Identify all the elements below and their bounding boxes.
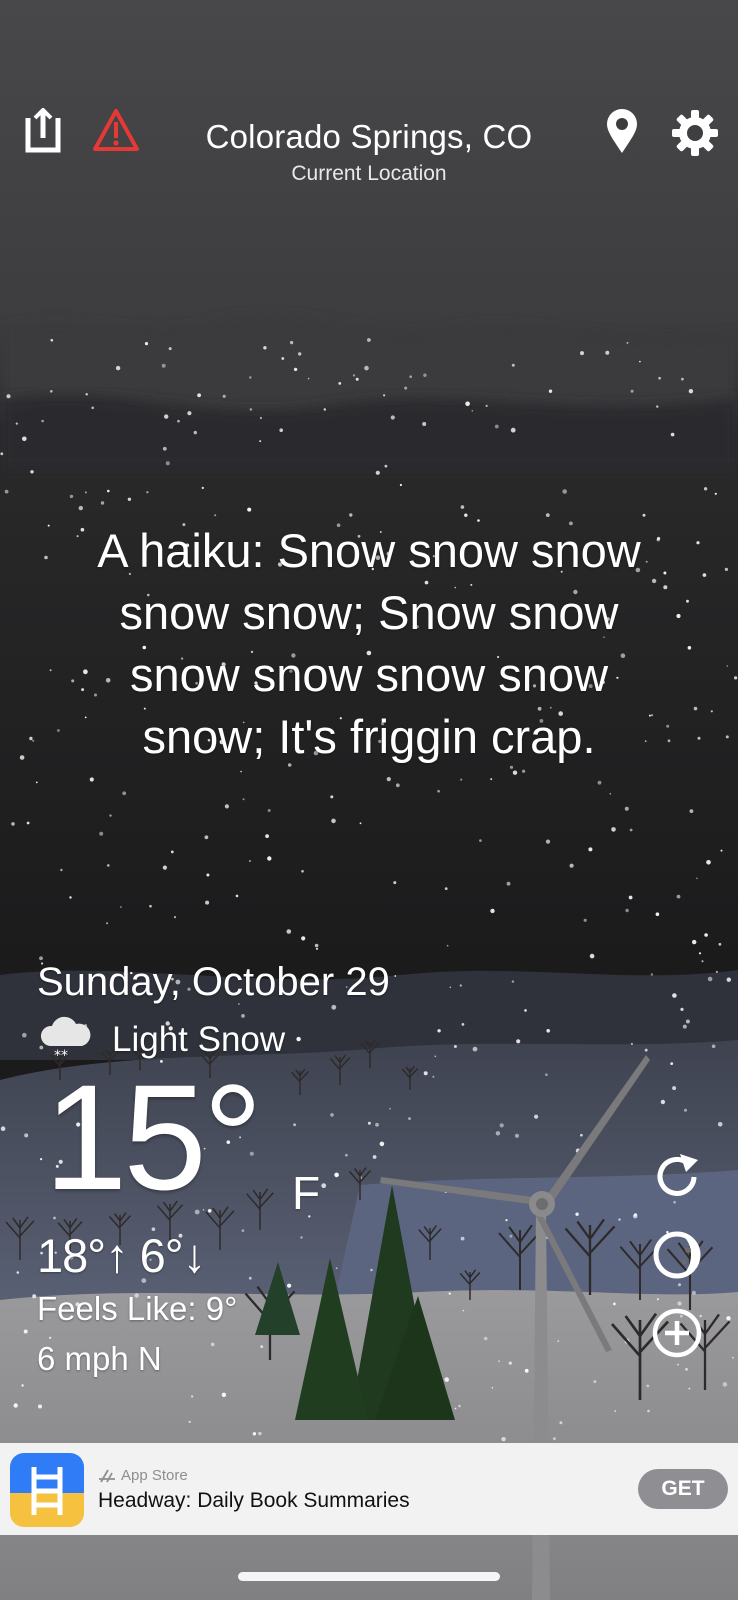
refresh-button[interactable]: [650, 1150, 704, 1204]
haiku-line: A haiku: Snow snow snow: [97, 524, 641, 577]
haiku-line: snow snow snow snow: [129, 648, 609, 701]
settings-button[interactable]: [670, 108, 720, 158]
location-pin-icon: [607, 109, 637, 153]
add-circle-icon: [652, 1308, 702, 1358]
haiku-line: snow snow; Snow snow: [119, 586, 619, 639]
location-title[interactable]: Colorado Springs, CO: [150, 118, 588, 156]
haiku-line: snow; It's friggin crap.: [142, 710, 596, 763]
ad-banner[interactable]: App Store Headway: Daily Book Summaries …: [0, 1443, 738, 1535]
haiku-text: A haiku: Snow snow snow snow snow; Snow …: [40, 520, 698, 768]
app-store-icon: [99, 1469, 115, 1482]
ad-title[interactable]: Headway: Daily Book Summaries: [98, 1489, 410, 1513]
app-icon[interactable]: [10, 1453, 84, 1527]
temperature-unit[interactable]: F: [292, 1166, 320, 1220]
ad-source-label: App Store: [121, 1467, 188, 1484]
alert-triangle-icon: [93, 109, 139, 151]
moon-phase-button[interactable]: [650, 1228, 704, 1282]
location-sublabel: Current Location: [291, 162, 447, 185]
current-date: Sunday, October 29: [37, 960, 390, 1004]
share-button[interactable]: [22, 108, 64, 154]
ad-source: App Store: [98, 1467, 188, 1484]
gear-icon: [672, 110, 718, 156]
add-location-button[interactable]: [650, 1306, 704, 1360]
wind-speed: 6 mph N: [37, 1340, 162, 1377]
locations-button[interactable]: [604, 108, 640, 154]
moon-phase-icon: [653, 1231, 701, 1279]
home-indicator[interactable]: [238, 1572, 500, 1581]
weather-alert-button[interactable]: [92, 108, 140, 152]
high-low-temperature: 18°↑ 6°↓: [37, 1229, 206, 1282]
feels-like: Feels Like: 9°: [37, 1290, 238, 1327]
refresh-icon: [657, 1154, 698, 1196]
ladder-icon: [10, 1453, 84, 1527]
share-icon: [25, 108, 61, 153]
get-button[interactable]: GET: [638, 1469, 728, 1509]
current-temperature: 15°: [44, 1053, 263, 1221]
